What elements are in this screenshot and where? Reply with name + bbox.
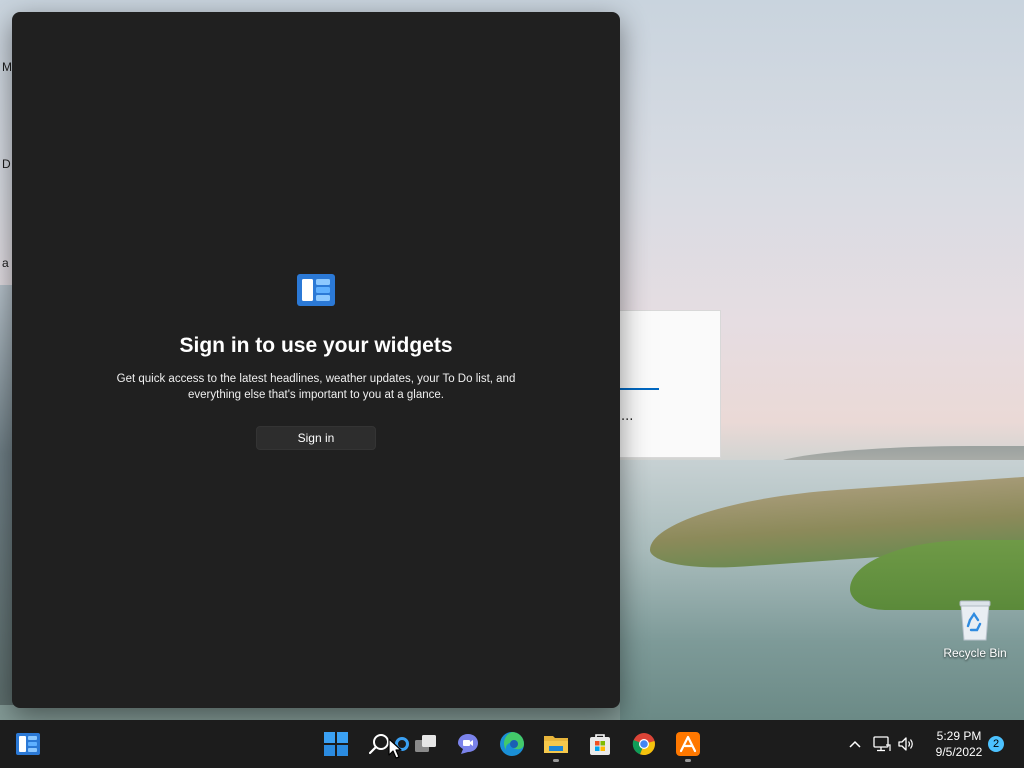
taskbar-chrome-button[interactable] xyxy=(626,728,662,760)
recycle-bin-label: Recycle Bin xyxy=(943,646,1007,660)
notification-badge[interactable]: 2 xyxy=(988,736,1004,752)
running-indicator xyxy=(553,759,559,762)
desktop-icon-label-partial[interactable]: M xyxy=(2,60,12,74)
clock-date: 9/5/2022 xyxy=(935,745,983,759)
windows-start-icon xyxy=(324,732,348,756)
network-icon xyxy=(873,736,891,752)
teams-chat-icon xyxy=(458,734,478,754)
running-indicator xyxy=(685,759,691,762)
folder-icon xyxy=(544,736,568,753)
desktop-icon-label-partial[interactable]: D xyxy=(2,157,11,171)
taskbar-store-button[interactable] xyxy=(582,728,618,760)
taskbar-task-view-button[interactable] xyxy=(408,728,444,760)
widgets-panel: Sign in to use your widgets Get quick ac… xyxy=(12,12,620,708)
taskbar-edge-button[interactable] xyxy=(494,728,530,760)
task-view-icon xyxy=(415,735,436,752)
volume-icon xyxy=(898,737,913,751)
edge-icon xyxy=(500,732,524,756)
taskbar-widgets-button[interactable] xyxy=(10,728,46,760)
desktop-icon-label-partial[interactable]: a xyxy=(2,256,9,270)
taskbar-teams-chat-button[interactable] xyxy=(450,728,486,760)
signin-title: Sign in to use your widgets xyxy=(179,334,453,357)
taskbar-file-explorer-button[interactable] xyxy=(538,728,574,762)
widgets-icon xyxy=(297,274,335,306)
tray-volume-button[interactable] xyxy=(896,734,916,754)
desktop-icon-recycle-bin[interactable]: Recycle Bin xyxy=(940,596,1010,666)
taskbar-start-button[interactable] xyxy=(318,728,354,760)
clock-time: 5:29 PM xyxy=(936,729,982,743)
chevron-up-icon xyxy=(849,740,861,748)
taskbar: 5:29 PM 9/5/2022 2 xyxy=(0,720,1024,768)
signin-description: Get quick access to the latest headlines… xyxy=(116,373,516,401)
tray-network-button[interactable] xyxy=(872,734,892,754)
taskbar-clock[interactable]: 5:29 PM 9/5/2022 xyxy=(924,728,994,760)
recycle-bin-icon xyxy=(959,600,991,641)
loading-ellipsis: ... xyxy=(621,409,634,424)
store-icon xyxy=(590,734,610,755)
chrome-icon xyxy=(632,733,655,756)
widgets-icon xyxy=(16,733,40,755)
mouse-cursor-icon xyxy=(388,738,402,759)
tray-overflow-button[interactable] xyxy=(845,734,865,754)
avast-icon xyxy=(676,732,700,756)
signin-button[interactable]: Sign in xyxy=(256,426,376,450)
taskbar-avast-button[interactable] xyxy=(670,728,706,762)
